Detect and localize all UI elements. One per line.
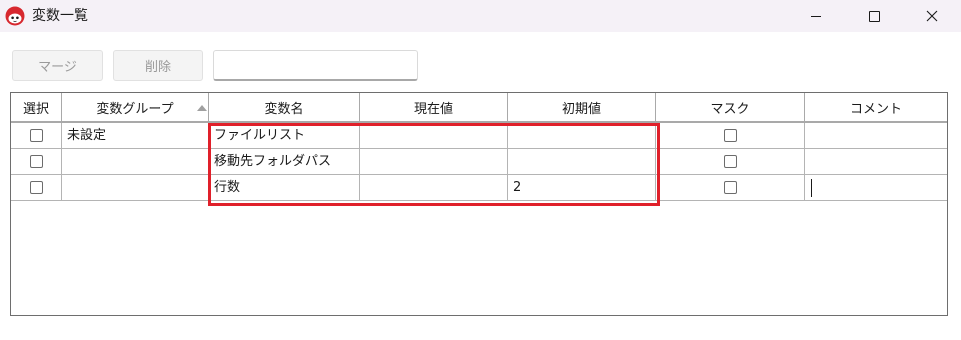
red-mascot-icon <box>5 6 25 26</box>
table-row[interactable] <box>11 175 62 201</box>
cell-variable-group[interactable] <box>62 149 209 175</box>
row-select-checkbox[interactable] <box>29 155 43 168</box>
cell-variable-name[interactable]: 移動先フォルダパス <box>209 149 360 175</box>
column-header-initial-value[interactable]: 初期値 <box>508 93 656 123</box>
maximize-button[interactable] <box>851 0 897 32</box>
column-header-current-value[interactable]: 現在値 <box>360 93 508 123</box>
text-cursor <box>811 179 812 197</box>
table-row[interactable] <box>11 149 62 175</box>
cell-mask[interactable] <box>656 149 805 175</box>
search-input[interactable] <box>213 50 418 81</box>
maximize-icon <box>868 10 880 22</box>
mask-checkbox[interactable] <box>723 155 737 168</box>
cell-initial-value[interactable] <box>508 149 656 175</box>
mask-checkbox[interactable] <box>723 181 737 194</box>
column-header-mask[interactable]: マスク <box>656 93 805 123</box>
merge-button[interactable]: マージ <box>12 50 103 81</box>
cell-initial-value[interactable]: 2 <box>508 175 656 201</box>
cell-comment[interactable] <box>805 175 947 201</box>
cell-variable-group[interactable]: 未設定 <box>62 123 209 149</box>
window-title: 変数一覧 <box>32 8 88 24</box>
row-select-checkbox[interactable] <box>29 129 43 142</box>
minimize-icon <box>811 15 821 17</box>
cell-current-value[interactable] <box>360 123 508 149</box>
cell-variable-name[interactable]: ファイルリスト <box>209 123 360 149</box>
cell-mask[interactable] <box>656 175 805 201</box>
cell-variable-group[interactable] <box>62 175 209 201</box>
cell-comment[interactable] <box>805 123 947 149</box>
variables-table: 選択 変数グループ 変数名 現在値 初期値 マスク コメント 未設定 ファイルリ… <box>10 92 948 316</box>
cell-current-value[interactable] <box>360 149 508 175</box>
delete-button[interactable]: 削除 <box>113 50 203 81</box>
cell-initial-value[interactable] <box>508 123 656 149</box>
column-header-variable-name[interactable]: 変数名 <box>209 93 360 123</box>
cell-comment[interactable] <box>805 149 947 175</box>
title-bar: 変数一覧 <box>0 0 961 32</box>
sort-ascending-icon <box>197 105 207 111</box>
cell-variable-name[interactable]: 行数 <box>209 175 360 201</box>
column-header-variable-group[interactable]: 変数グループ <box>62 93 209 123</box>
column-header-comment[interactable]: コメント <box>805 93 947 123</box>
table-row[interactable] <box>11 123 62 149</box>
cell-mask[interactable] <box>656 123 805 149</box>
column-header-select[interactable]: 選択 <box>11 93 62 123</box>
close-button[interactable] <box>909 0 955 32</box>
close-icon <box>926 10 938 22</box>
row-select-checkbox[interactable] <box>29 181 43 194</box>
column-header-label: 変数グループ <box>96 101 174 117</box>
minimize-button[interactable] <box>793 0 839 32</box>
mask-checkbox[interactable] <box>723 129 737 142</box>
cell-current-value[interactable] <box>360 175 508 201</box>
